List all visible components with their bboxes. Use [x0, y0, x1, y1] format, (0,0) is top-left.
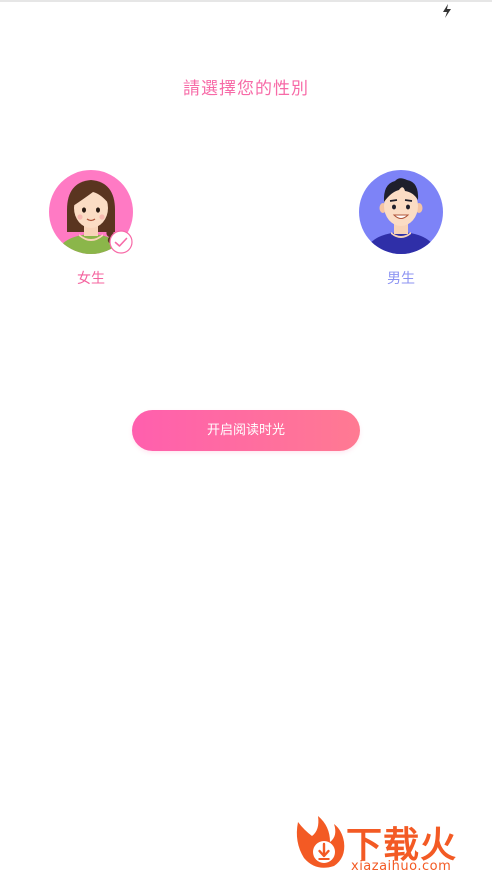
flash-icon [443, 4, 451, 18]
watermark-domain: xiazaihuo.com [351, 859, 452, 874]
flame-download-icon [296, 816, 345, 868]
gender-label-male: 男生 [387, 271, 415, 287]
avatar-container[interactable] [49, 170, 133, 254]
start-reading-button[interactable]: 开启阅读时光 [132, 410, 360, 451]
avatar-container[interactable] [359, 170, 443, 254]
watermark-logo: 下载火 xiazaihuo.com [288, 812, 492, 875]
gender-label-female: 女生 [77, 271, 105, 287]
page-title: 請選擇您的性別 [183, 79, 309, 99]
status-bar-divider [0, 0, 492, 2]
gender-option-male[interactable]: 男生 [351, 170, 451, 288]
gender-option-female[interactable]: 女生 [41, 170, 141, 288]
male-avatar-icon [359, 170, 443, 254]
selected-check-icon [109, 230, 133, 254]
